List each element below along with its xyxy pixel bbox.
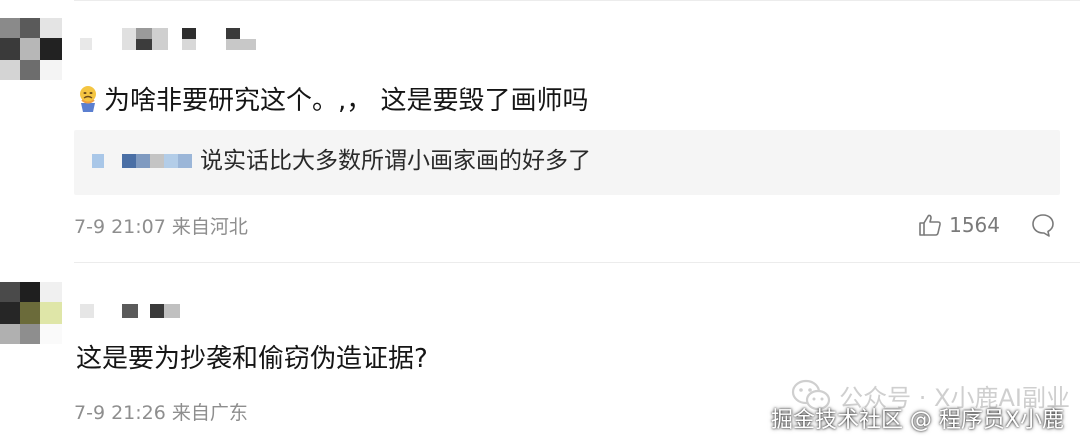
crying-face-emoji-icon [76,85,100,113]
comment-divider [74,262,1080,263]
comment-text: 为啥非要研究这个。,， 这是要毁了画师吗 [76,84,589,118]
reply-bubble-icon[interactable] [1030,212,1056,238]
reply-text: 说实话比大多数所谓小画家画的好多了 [200,148,591,174]
comment-actions: 1564 [917,208,1056,242]
like-count: 1564 [949,213,1000,237]
comment-text-content: 为啥非要研究这个。,， 这是要毁了画师吗 [104,86,589,116]
credit-watermark: 掘金技术社区 @ 程序员X小鹿 [770,408,1064,433]
comment-meta: 7-9 21:07 来自河北 [74,216,248,238]
comment-text: 这是要为抄袭和偷窃伪造证据? [76,344,428,374]
reply-username-redacted [92,154,202,170]
top-divider [74,0,1080,1]
comment-meta: 7-9 21:26 来自广东 [74,402,248,424]
avatar[interactable] [0,282,62,344]
username-redacted[interactable] [76,24,266,52]
avatar[interactable] [0,18,62,80]
reply-preview[interactable]: 说实话比大多数所谓小画家画的好多了 [74,130,1060,195]
thumbs-up-icon[interactable] [917,212,943,238]
username-redacted[interactable] [76,300,196,328]
